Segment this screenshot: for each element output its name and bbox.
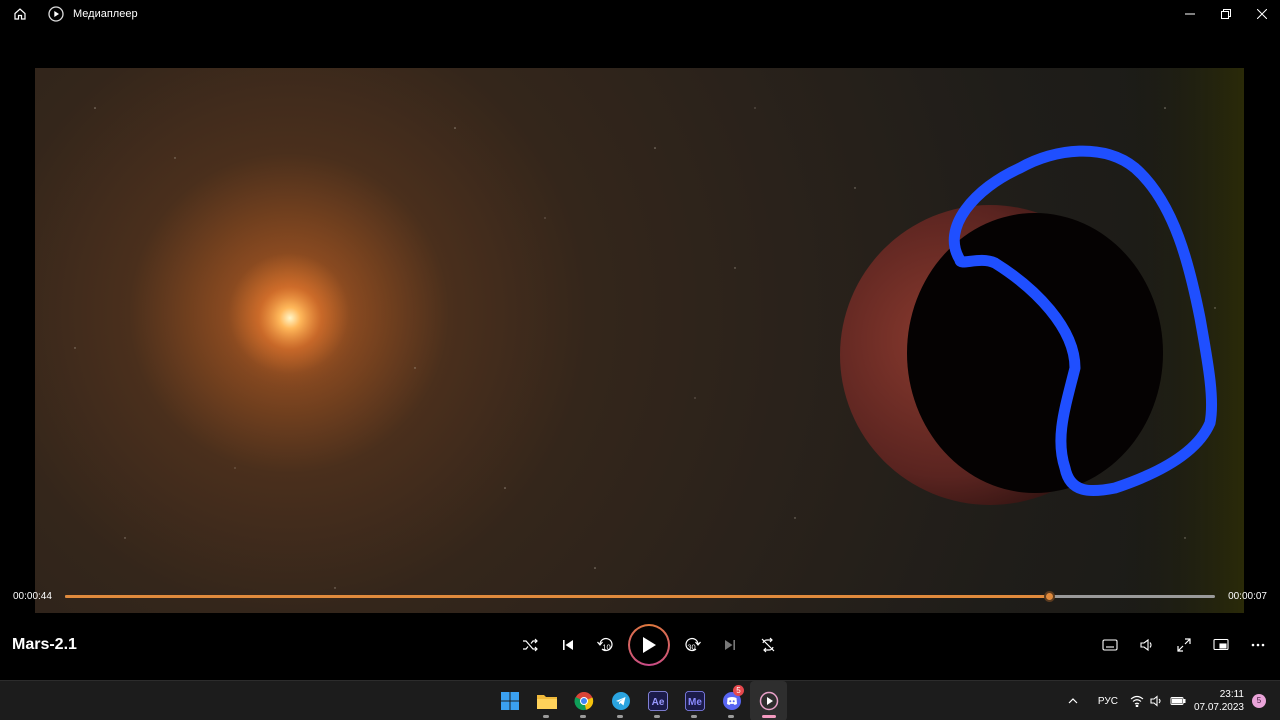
play-icon xyxy=(643,637,656,653)
seek-bar-row: 00:00:44 00:00:07 xyxy=(0,585,1280,607)
window-title: Медиаплеер xyxy=(73,7,138,20)
miniplayer-icon xyxy=(1212,638,1229,651)
battery-icon xyxy=(1170,697,1186,705)
folder-icon xyxy=(536,695,557,709)
restore-icon xyxy=(1221,8,1231,19)
chevron-up-icon xyxy=(1068,698,1078,704)
remaining-time: 00:00:07 xyxy=(1228,591,1267,602)
play-button[interactable] xyxy=(628,624,670,666)
repeat-button[interactable] xyxy=(749,627,787,663)
after-effects-icon: Ae xyxy=(647,691,668,711)
rewind-10-label: 10 xyxy=(602,643,610,652)
next-button[interactable] xyxy=(711,627,749,663)
subtitles-icon xyxy=(1101,639,1118,651)
more-button[interactable] xyxy=(1239,627,1276,663)
more-icon xyxy=(1251,643,1264,647)
fullscreen-icon xyxy=(1176,638,1191,652)
forward-30-icon: 30 xyxy=(685,637,701,652)
volume-button[interactable] xyxy=(1128,627,1165,663)
close-button[interactable] xyxy=(1244,0,1280,27)
minimize-icon xyxy=(1185,13,1195,14)
miniplayer-button[interactable] xyxy=(1202,627,1239,663)
clock-date: 07.07.2023 xyxy=(1193,702,1244,713)
clock-time: 23:11 xyxy=(1219,689,1244,700)
media-title: Mars-2.1 xyxy=(12,636,77,653)
sun xyxy=(220,248,360,388)
current-time: 00:00:44 xyxy=(13,591,52,602)
previous-button[interactable] xyxy=(549,627,587,663)
video-area[interactable] xyxy=(0,27,1280,613)
fullscreen-button[interactable] xyxy=(1165,627,1202,663)
skip-previous-icon xyxy=(563,640,573,650)
seek-bar-fill xyxy=(65,595,1050,598)
shuffle-icon xyxy=(523,638,538,652)
home-button[interactable] xyxy=(0,0,40,27)
repeat-off-icon xyxy=(761,637,775,653)
taskbar-media-player[interactable] xyxy=(750,681,787,720)
media-player-app-icon xyxy=(48,5,64,22)
notification-badge[interactable]: 5 xyxy=(1252,694,1266,708)
tray-overflow-button[interactable] xyxy=(1058,681,1088,720)
skip-next-icon xyxy=(725,640,735,650)
seek-bar[interactable] xyxy=(65,591,1215,602)
minimize-button[interactable] xyxy=(1172,0,1208,27)
rewind-10-button[interactable]: 10 xyxy=(587,627,625,663)
discord-badge: 5 xyxy=(733,685,744,696)
network-volume-battery[interactable] xyxy=(1130,681,1186,720)
volume-icon xyxy=(1139,638,1152,652)
close-icon xyxy=(1257,8,1267,19)
taskbar-after-effects[interactable]: Ae xyxy=(639,681,676,720)
chrome-icon xyxy=(573,692,593,711)
speaker-icon xyxy=(1150,695,1161,707)
taskbar-media-encoder[interactable]: Me xyxy=(676,681,713,720)
start-button[interactable] xyxy=(491,681,528,720)
media-player-icon xyxy=(759,691,778,711)
shuffle-button[interactable] xyxy=(511,627,549,663)
video-scene xyxy=(74,68,1244,613)
taskbar-telegram[interactable] xyxy=(602,681,639,720)
home-icon xyxy=(14,7,26,20)
restore-button[interactable] xyxy=(1208,0,1244,27)
forward-30-button[interactable]: 30 xyxy=(673,627,711,663)
video-frame[interactable] xyxy=(35,68,1244,613)
subtitles-button[interactable] xyxy=(1091,627,1128,663)
system-clock[interactable]: 23:11 07.07.2023 xyxy=(1194,688,1244,714)
language-indicator[interactable]: РУС xyxy=(1098,696,1118,707)
seek-bar-thumb[interactable] xyxy=(1044,591,1056,602)
taskbar-discord[interactable]: 5 xyxy=(713,681,750,720)
playback-controls: Mars-2.1 10 30 xyxy=(0,613,1280,680)
forward-30-label: 30 xyxy=(687,643,695,652)
wifi-icon xyxy=(1130,695,1144,707)
taskbar-file-explorer[interactable] xyxy=(528,681,565,720)
svg-text:Me: Me xyxy=(688,697,702,708)
taskbar: Ae Me 5 РУС 23:11 07.07.2023 5 xyxy=(0,680,1280,720)
rewind-10-icon: 10 xyxy=(597,637,613,652)
telegram-icon xyxy=(611,692,630,710)
svg-text:Ae: Ae xyxy=(651,697,664,708)
title-bar: Медиаплеер xyxy=(0,0,1280,27)
taskbar-chrome[interactable] xyxy=(565,681,602,720)
media-encoder-icon: Me xyxy=(684,691,705,711)
windows-icon xyxy=(500,692,519,710)
